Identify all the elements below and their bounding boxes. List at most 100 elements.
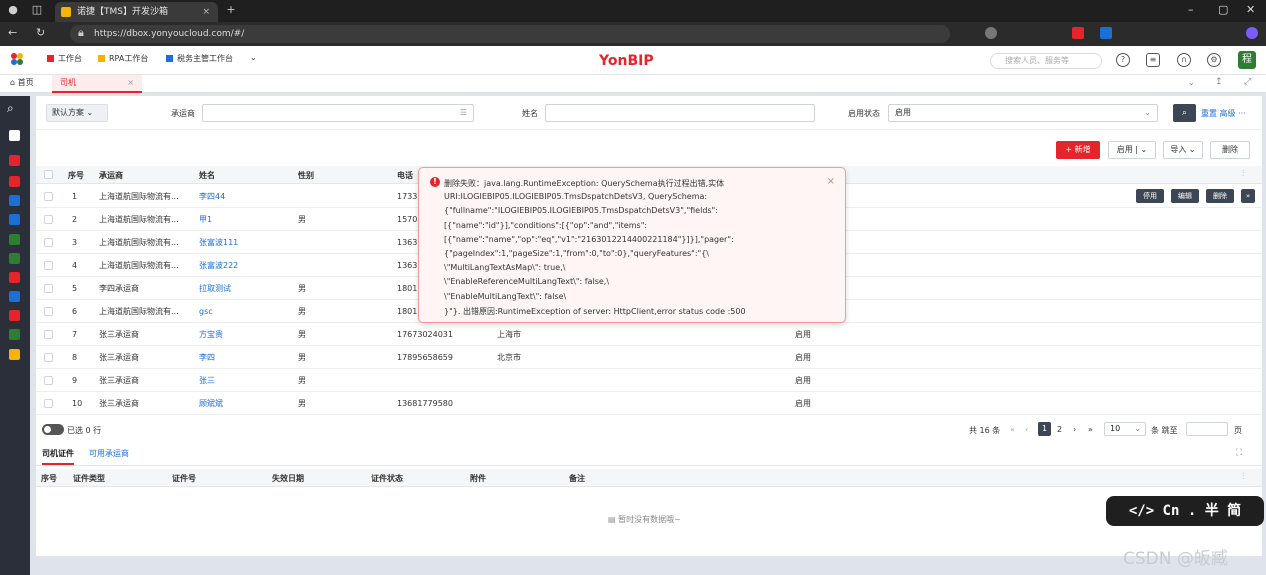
table-row[interactable]: 10 张三承运商 顾斌斌 男 13681779580 启用 bbox=[36, 392, 1262, 415]
row-checkbox[interactable] bbox=[44, 284, 53, 293]
extension-red-icon[interactable] bbox=[1072, 27, 1084, 39]
name-input[interactable] bbox=[545, 104, 815, 122]
message-icon[interactable]: ≡ bbox=[1146, 53, 1160, 67]
new-tab-button[interactable]: + bbox=[224, 3, 238, 17]
workbench-tab[interactable]: 工作台 bbox=[47, 53, 82, 64]
help-icon[interactable]: ? bbox=[1116, 53, 1130, 67]
rpa-workbench-tab[interactable]: RPA工作台 bbox=[98, 53, 148, 64]
profile-icon[interactable]: ● bbox=[6, 3, 20, 17]
minimize-icon[interactable]: – bbox=[1188, 3, 1194, 16]
first-page-icon[interactable]: « bbox=[1010, 425, 1015, 434]
ime-badge[interactable]: </> Cn . 半 简 bbox=[1106, 496, 1264, 526]
tab-close-icon[interactable]: × bbox=[202, 2, 210, 22]
global-search-input[interactable]: 搜索人员、服务等 bbox=[990, 53, 1102, 69]
app-icon-3[interactable] bbox=[9, 195, 20, 206]
sub-col-remark[interactable]: 备注 bbox=[569, 473, 585, 484]
app-icon-4[interactable] bbox=[9, 214, 20, 225]
row-name[interactable]: 方宝贵 bbox=[199, 323, 223, 346]
restore-icon[interactable]: ▢ bbox=[1218, 3, 1228, 16]
row-name[interactable]: 张富波222 bbox=[199, 254, 238, 277]
jump-page-input[interactable] bbox=[1186, 422, 1228, 436]
upload-icon[interactable]: ↥ bbox=[1215, 77, 1223, 87]
col-gender[interactable]: 性别 bbox=[298, 170, 314, 181]
row-name[interactable]: 李四44 bbox=[199, 185, 225, 208]
app-icon-5[interactable] bbox=[9, 234, 20, 245]
row-name[interactable]: gsc bbox=[199, 300, 213, 323]
table-row[interactable]: 9 张三承运商 张三 男 启用 bbox=[36, 369, 1262, 392]
app-icon-8[interactable] bbox=[9, 291, 20, 302]
carrier-input[interactable]: ☰ bbox=[202, 104, 474, 122]
row-checkbox[interactable] bbox=[44, 192, 53, 201]
folder-icon[interactable] bbox=[9, 130, 20, 141]
row-name[interactable]: 张三 bbox=[199, 369, 215, 392]
tab-close-icon[interactable]: × bbox=[127, 75, 134, 91]
row-checkbox[interactable] bbox=[44, 353, 53, 362]
window-close-icon[interactable]: ✕ bbox=[1246, 3, 1255, 16]
tab-available-carriers[interactable]: 可用承运商 bbox=[89, 448, 129, 459]
select-all-checkbox[interactable] bbox=[44, 170, 53, 179]
row-name[interactable]: 李四 bbox=[199, 346, 215, 369]
chevron-down-icon[interactable]: ⌄ bbox=[250, 53, 257, 62]
row-checkbox[interactable] bbox=[44, 399, 53, 408]
sub-col-type[interactable]: 证件类型 bbox=[73, 473, 105, 484]
prev-page-icon[interactable]: ‹ bbox=[1025, 425, 1028, 434]
page-1[interactable]: 1 bbox=[1038, 422, 1051, 436]
scheme-select[interactable]: 默认方案 ⌄ bbox=[46, 104, 108, 122]
row-delete-button[interactable]: 删除 bbox=[1206, 189, 1234, 203]
row-checkbox[interactable] bbox=[44, 330, 53, 339]
enable-button[interactable]: 启用 | ⌄ bbox=[1108, 141, 1156, 159]
extension-blue-icon[interactable] bbox=[1100, 27, 1112, 39]
settings-icon[interactable]: ⚙ bbox=[1207, 53, 1221, 67]
app-icon-1[interactable] bbox=[9, 155, 20, 166]
row-checkbox[interactable] bbox=[44, 261, 53, 270]
row-checkbox[interactable] bbox=[44, 376, 53, 385]
next-page-icon[interactable]: › bbox=[1073, 425, 1076, 434]
tax-workbench-tab[interactable]: 税务主管工作台 bbox=[166, 53, 233, 64]
address-bar[interactable]: https://dbox.yonyoucloud.com/#/ bbox=[70, 25, 950, 43]
row-name[interactable]: 拉取测试 bbox=[199, 277, 231, 300]
column-settings-icon[interactable]: ⫶ bbox=[1242, 169, 1244, 179]
col-name[interactable]: 姓名 bbox=[199, 170, 215, 181]
app-icon-10[interactable] bbox=[9, 329, 20, 340]
col-carrier[interactable]: 承运商 bbox=[99, 170, 123, 181]
home-tab[interactable]: ⌂ 首页 bbox=[10, 77, 34, 88]
row-checkbox[interactable] bbox=[44, 238, 53, 247]
row-more-button[interactable]: » bbox=[1241, 189, 1255, 203]
app-icon-6[interactable] bbox=[9, 253, 20, 264]
app-menu-icon[interactable] bbox=[10, 52, 24, 66]
workspaces-icon[interactable]: ◫ bbox=[30, 3, 44, 17]
expand-icon[interactable]: ⤢ bbox=[1244, 77, 1251, 87]
row-disable-button[interactable]: 停用 bbox=[1136, 189, 1164, 203]
sub-col-number[interactable]: 证件号 bbox=[172, 473, 196, 484]
import-button[interactable]: 导入 ⌄ bbox=[1163, 141, 1203, 159]
row-name[interactable]: 张富波111 bbox=[199, 231, 238, 254]
search-button[interactable]: ⌕ bbox=[1173, 104, 1196, 122]
sub-col-expiry[interactable]: 失效日期 bbox=[272, 473, 304, 484]
tab-driver[interactable]: 司机 × bbox=[52, 75, 142, 93]
collapse-icon[interactable]: ⌄ bbox=[1188, 78, 1195, 87]
app-icon-7[interactable] bbox=[9, 272, 20, 283]
back-icon[interactable]: ← bbox=[8, 26, 17, 39]
selected-toggle[interactable] bbox=[42, 424, 64, 435]
row-checkbox[interactable] bbox=[44, 215, 53, 224]
table-row[interactable]: 8 张三承运商 李四 男 17895658659 北京市 启用 bbox=[36, 346, 1262, 369]
sub-col-status[interactable]: 证件状态 bbox=[371, 473, 403, 484]
sub-column-settings-icon[interactable]: ⫶ bbox=[1242, 472, 1244, 482]
col-phone[interactable]: 电话 bbox=[397, 170, 413, 181]
search-icon[interactable]: ⌕ bbox=[7, 101, 14, 116]
list-icon[interactable]: ☰ bbox=[460, 105, 467, 121]
app-icon-11[interactable] bbox=[9, 349, 20, 360]
status-select[interactable]: 启用 ⌄ bbox=[888, 104, 1158, 122]
page-2[interactable]: 2 bbox=[1057, 425, 1062, 434]
app-icon-9[interactable] bbox=[9, 310, 20, 321]
fullscreen-icon[interactable]: ⛶ bbox=[1236, 448, 1242, 458]
refresh-icon[interactable]: ↻ bbox=[36, 26, 45, 39]
extension-icon[interactable] bbox=[985, 27, 997, 39]
page-size-select[interactable]: 10 ⌄ bbox=[1104, 422, 1146, 436]
browser-tab[interactable]: 诺捷【TMS】开发沙箱 × bbox=[55, 2, 218, 22]
row-name[interactable]: 顾斌斌 bbox=[199, 392, 223, 415]
close-icon[interactable]: × bbox=[827, 176, 835, 187]
delete-button[interactable]: 删除 bbox=[1210, 141, 1250, 159]
table-row[interactable]: 7 张三承运商 方宝贵 男 17673024031 上海市 启用 bbox=[36, 323, 1262, 346]
sub-col-attachment[interactable]: 附件 bbox=[470, 473, 486, 484]
